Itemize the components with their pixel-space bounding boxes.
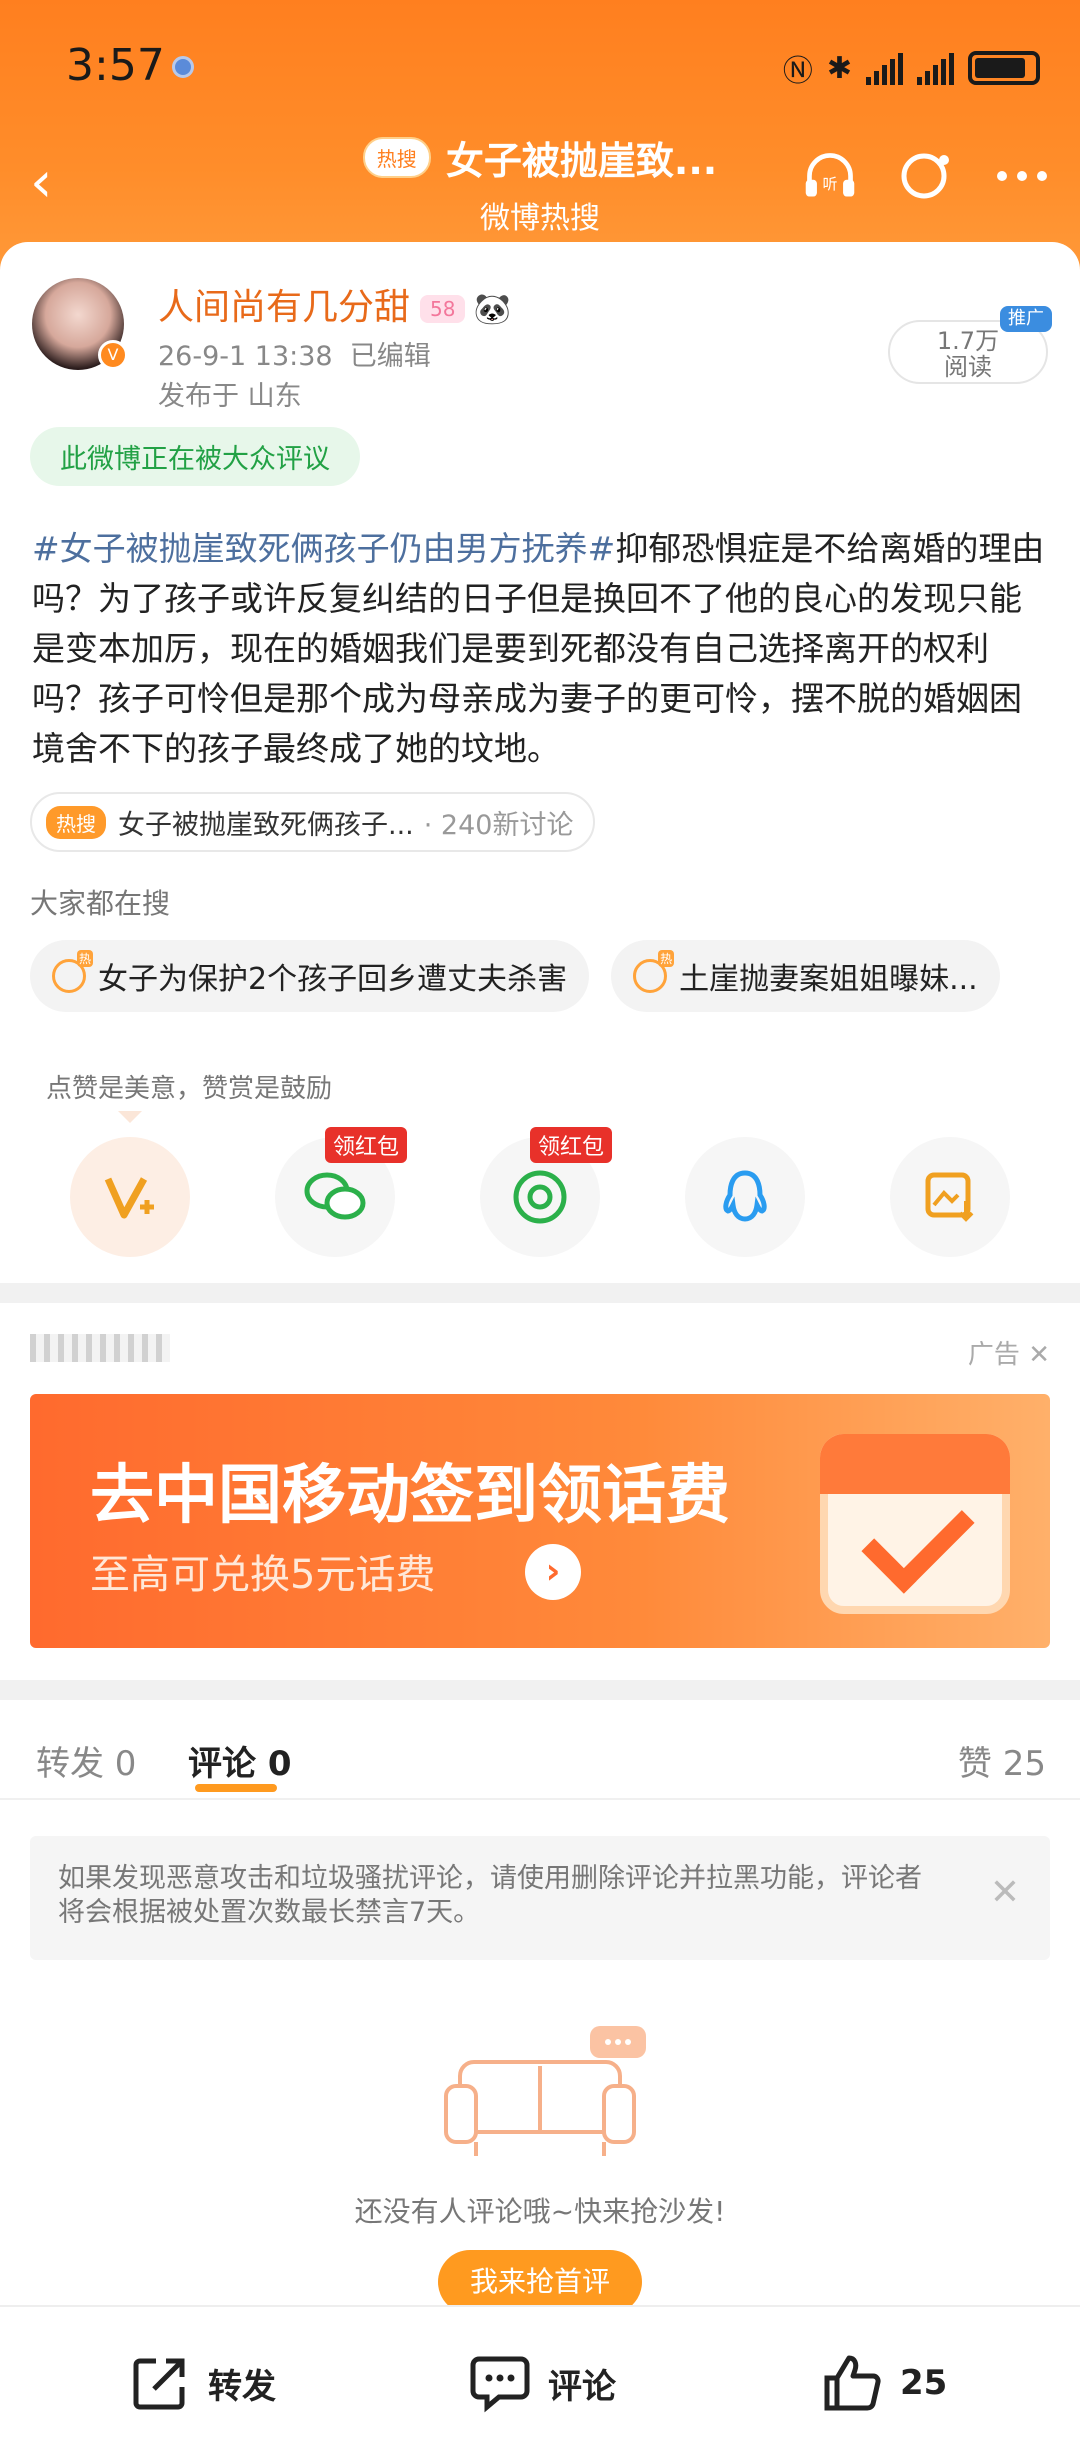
red-packet-badge: 领红包 (325, 1127, 408, 1163)
wechat-icon (304, 1172, 366, 1220)
moments-icon (513, 1170, 567, 1224)
battery-icon (968, 51, 1040, 85)
ad-label: 广告 (967, 1340, 1020, 1370)
comment-policy-notice: 如果发现恶意攻击和垃圾骚扰评论，请使用删除评论并拉黑功能，评论者将会根据被处置次… (30, 1836, 1050, 1960)
verified-badge-icon: V (98, 340, 128, 370)
red-packet-badge: 领红包 (530, 1127, 613, 1163)
signal-icon-2 (917, 51, 954, 85)
share-wechat-button[interactable]: 领红包 (275, 1127, 408, 1257)
read-count-badge: 推广 1.7万 阅读 (888, 306, 1052, 384)
ad-close-button[interactable]: 广告 ✕ (968, 1334, 1050, 1371)
post-meta: 26-9-1 13:38 已编辑 (158, 334, 431, 373)
empty-sofa-illustration (440, 2022, 660, 2172)
comment-icon (468, 2353, 532, 2413)
hot-topic-tag: 热搜 (46, 805, 106, 839)
save-image-button[interactable] (890, 1137, 1010, 1257)
tab-repost[interactable]: 转发 0 (36, 1736, 136, 1785)
status-location-icon (172, 56, 194, 78)
nav-title: 女子被抛崖致... (445, 139, 718, 183)
nav-bar: ‹ 热搜 女子被抛崖致... 微博热搜 听 (0, 120, 1080, 240)
share-moments-button[interactable]: 领红包 (480, 1127, 613, 1257)
nav-actions: 听 (802, 148, 1050, 204)
related-search-label: 大家都在搜 (30, 887, 171, 920)
ad-header: 广告 ✕ (30, 1330, 1050, 1370)
related-search-text: 土崖抛妻案姐姐曝妹... (679, 962, 978, 997)
related-search-chip[interactable]: 女子为保护2个孩子回乡遭丈夫杀害 (30, 940, 590, 1012)
ad-title: 去中国移动签到领话费 (90, 1459, 730, 1533)
ad-arrow-icon: › (525, 1544, 581, 1600)
section-divider (0, 1283, 1080, 1303)
status-icons: Ⓝ ✱ (783, 46, 1040, 90)
public-review-badge[interactable]: 此微博正在被大众评议 (30, 427, 360, 486)
related-search-list: 女子为保护2个孩子回乡遭丈夫杀害 土崖抛妻案姐姐曝妹... (30, 940, 1050, 1012)
more-icon[interactable] (994, 148, 1050, 204)
section-divider (0, 1680, 1080, 1700)
related-search-chip[interactable]: 土崖抛妻案姐姐曝妹... (611, 940, 1000, 1012)
checkmark-icon (861, 1480, 975, 1594)
post-location: 发布于 山东 (158, 381, 302, 412)
bottom-repost-label: 转发 (208, 2366, 276, 2407)
hot-topic-count: · 240新讨论 (423, 809, 574, 841)
ad-source-blurred (30, 1334, 170, 1362)
status-time: 3:57 (66, 40, 165, 91)
reward-button[interactable] (70, 1137, 190, 1257)
post-edited: 已编辑 (349, 341, 431, 372)
tab-active-indicator (195, 1784, 277, 1792)
interaction-tabs: 转发 0 评论 0 赞 25 (0, 1710, 1080, 1800)
related-search-text: 女子为保护2个孩子回乡遭丈夫杀害 (98, 962, 568, 997)
bottom-comment-label: 评论 (548, 2366, 616, 2407)
topic-link[interactable]: #女子被抛崖致死俩孩子仍由男方抚养# (32, 529, 615, 568)
reward-v-icon (104, 1177, 154, 1219)
bluetooth-icon: ✱ (826, 50, 852, 86)
share-actions: 领红包 领红包 (70, 1127, 1010, 1257)
like-icon (820, 2353, 884, 2413)
bottom-repost-button[interactable]: 转发 (128, 2353, 276, 2413)
status-bar: 3:57 Ⓝ ✱ (0, 40, 1080, 100)
bottom-action-bar: 转发 评论 25 (0, 2305, 1080, 2437)
hot-search-icon (633, 950, 675, 993)
close-icon[interactable]: ✕ (990, 1875, 1020, 1911)
username-text: 人间尚有几分甜 (158, 287, 411, 328)
bottom-like-button[interactable]: 25 (820, 2353, 947, 2413)
hot-search-tag: 热搜 (362, 137, 431, 178)
ad-subtitle: 至高可兑换5元话费 (90, 1552, 436, 1598)
bottom-like-count: 25 (900, 2363, 948, 2403)
empty-comments-text: 还没有人评论哦~快来抢沙发! (354, 2195, 726, 2228)
notice-text: 如果发现恶意攻击和垃圾骚扰评论，请使用删除评论并拉黑功能，评论者将会根据被处置次… (58, 1863, 922, 1928)
tab-like[interactable]: 赞 25 (958, 1736, 1046, 1785)
tab-comment[interactable]: 评论 0 (188, 1736, 292, 1785)
hot-topic-link[interactable]: 热搜 女子被抛崖致死俩孩子... · 240新讨论 (30, 792, 596, 852)
post-datetime: 26-9-1 13:38 (158, 341, 333, 372)
qq-icon (723, 1170, 767, 1222)
level-badge: 58 (420, 295, 466, 323)
save-image-icon (925, 1172, 974, 1222)
read-count-label: 阅读 (944, 353, 992, 381)
signal-icon-1 (866, 51, 903, 85)
username[interactable]: 人间尚有几分甜 58 🐼 (158, 278, 511, 330)
reward-tip: 点赞是美意，赞赏是鼓励 (46, 1074, 333, 1104)
repost-icon (128, 2353, 192, 2413)
ad-banner[interactable]: 去中国移动签到领话费 至高可兑换5元话费 › (30, 1394, 1050, 1648)
nfc-icon: Ⓝ (782, 54, 813, 89)
listen-icon[interactable]: 听 (802, 148, 858, 204)
reward-tip-caret (118, 1111, 142, 1123)
panda-icon: 🐼 (473, 291, 511, 327)
hot-topic-text: 女子被抛崖致死俩孩子... (118, 809, 414, 841)
share-qq-button[interactable] (685, 1137, 805, 1257)
svg-text:听: 听 (823, 175, 838, 193)
hot-search-icon (52, 950, 93, 993)
post-text: #女子被抛崖致死俩孩子仍由男方抚养#抑郁恐惧症是不给离婚的理由吗？为了孩子或许反… (32, 524, 1052, 774)
refresh-icon[interactable] (898, 148, 954, 204)
post-header: V 人间尚有几分甜 58 🐼 26-9-1 13:38 已编辑 发布于 山东 推广 … (32, 278, 1052, 438)
bottom-comment-button[interactable]: 评论 (468, 2353, 616, 2413)
promo-tag[interactable]: 推广 (1000, 306, 1052, 332)
calendar-icon (820, 1434, 1010, 1614)
